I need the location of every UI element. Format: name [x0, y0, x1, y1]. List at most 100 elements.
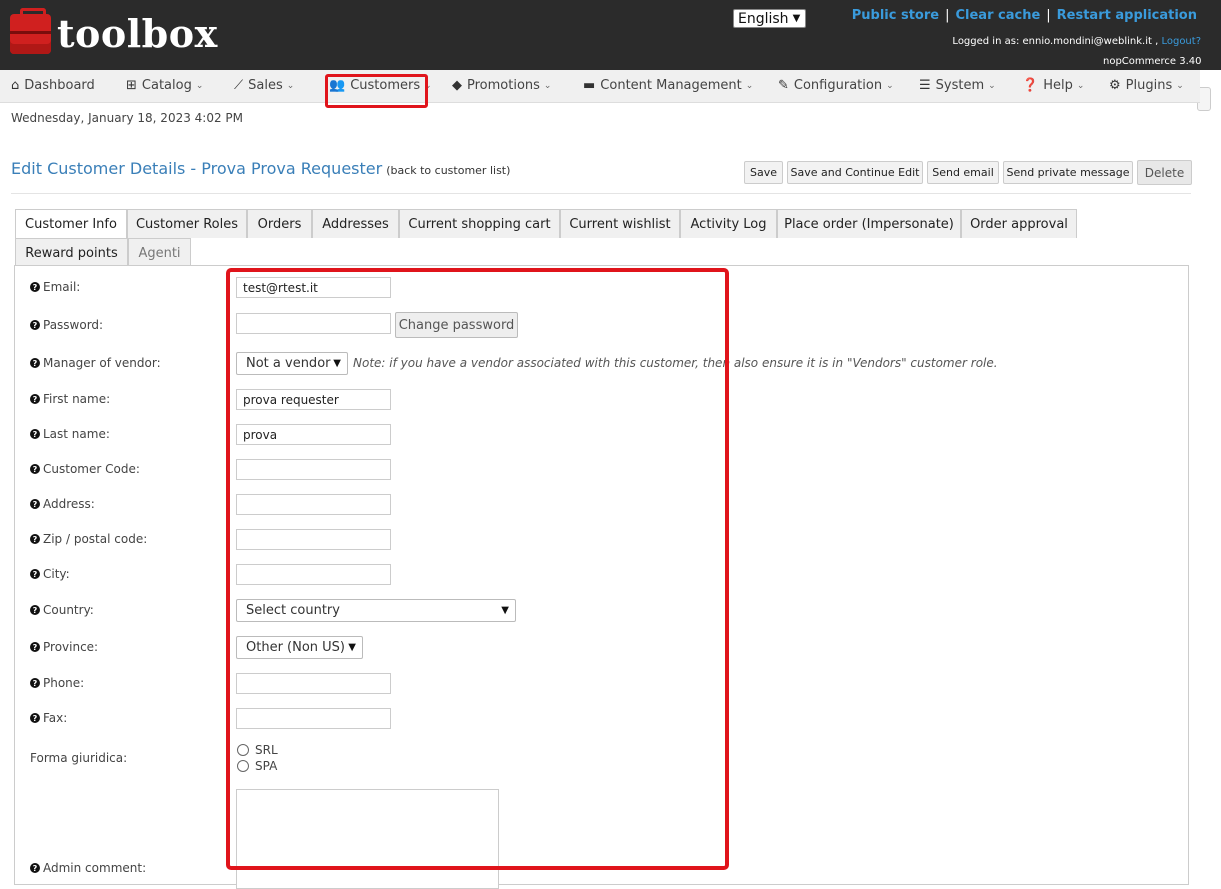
link-separator: |	[945, 8, 950, 23]
label-text: Address:	[43, 497, 95, 511]
tab-order-approval[interactable]: Order approval	[961, 209, 1077, 238]
label-text: Fax:	[43, 711, 68, 725]
logged-in-text: Logged in as: ennio.mondini@weblink.it ,	[952, 36, 1159, 47]
help-icon[interactable]: ?	[30, 429, 40, 439]
label-text: Manager of vendor:	[43, 356, 161, 370]
tab-place-order[interactable]: Place order (Impersonate)	[777, 209, 961, 238]
page-title-text: Edit Customer Details - Prova Prova Requ…	[11, 159, 383, 178]
tab-shopping-cart[interactable]: Current shopping cart	[399, 209, 560, 238]
address-label: ? Address:	[30, 497, 95, 511]
tab-customer-info[interactable]: Customer Info	[15, 209, 127, 239]
nav-plugins[interactable]: ⚙ Plugins ⌄	[1109, 78, 1184, 93]
email-label: ? Email:	[30, 280, 80, 294]
right-edge	[1200, 70, 1221, 880]
tags-icon: ◆	[452, 78, 462, 93]
current-date: Wednesday, January 18, 2023 4:02 PM	[11, 111, 244, 125]
save-button[interactable]: Save	[744, 161, 783, 184]
nav-label: Catalog	[141, 78, 192, 93]
nav-sales[interactable]: ⟋ Sales ⌄	[234, 78, 294, 93]
password-label: ? Password:	[30, 318, 103, 332]
label-text: First name:	[43, 392, 111, 406]
nav-catalog[interactable]: ⊞ Catalog ⌄	[126, 78, 203, 93]
last-name-label: ? Last name:	[30, 427, 110, 441]
tab-agenti[interactable]: Agenti	[128, 238, 191, 267]
nav-help[interactable]: ❓ Help ⌄	[1022, 78, 1084, 93]
label-text: Province:	[43, 640, 99, 654]
province-label: ? Province:	[30, 640, 98, 654]
back-to-list-link[interactable]: (back to customer list)	[386, 164, 510, 177]
send-email-button[interactable]: Send email	[927, 161, 999, 184]
tab-reward-points[interactable]: Reward points	[15, 238, 128, 267]
nav-configuration[interactable]: ✎ Configuration ⌄	[778, 78, 894, 93]
label-text: Admin comment:	[43, 861, 147, 875]
tab-customer-roles[interactable]: Customer Roles	[127, 209, 247, 238]
tab-orders[interactable]: Orders	[247, 209, 312, 238]
nav-label: Sales	[248, 78, 283, 93]
wrench-icon: ✎	[778, 78, 789, 93]
tab-wishlist[interactable]: Current wishlist	[560, 209, 680, 238]
admin-comment-label: ? Admin comment:	[30, 861, 146, 875]
nav-label: Dashboard	[24, 78, 95, 93]
phone-label: ? Phone:	[30, 676, 84, 690]
version-label: nopCommerce 3.40	[1103, 56, 1202, 67]
help-icon[interactable]: ?	[30, 678, 40, 688]
delete-button[interactable]: Delete	[1137, 160, 1192, 185]
help-icon[interactable]: ?	[30, 863, 40, 873]
help-icon[interactable]: ?	[30, 534, 40, 544]
main-nav: ⌂ Dashboard ⊞ Catalog ⌄ ⟋ Sales ⌄ 👥 Customers ⌄…	[0, 70, 1200, 103]
send-private-message-button[interactable]: Send private message	[1003, 161, 1133, 184]
language-select[interactable]: English ▼	[733, 9, 806, 28]
logged-in-info: Logged in as: ennio.mondini@weblink.it ,…	[952, 36, 1201, 47]
chevron-down-icon: ⌄	[745, 80, 754, 91]
help-icon[interactable]: ?	[30, 499, 40, 509]
help-icon[interactable]: ?	[30, 282, 40, 292]
help-icon[interactable]: ?	[30, 605, 40, 615]
basket-icon: ⊞	[126, 78, 137, 93]
nav-dashboard[interactable]: ⌂ Dashboard	[11, 78, 95, 93]
chevron-down-icon: ⌄	[1076, 80, 1085, 91]
public-store-link[interactable]: Public store	[852, 8, 939, 23]
logout-link[interactable]: Logout?	[1161, 36, 1201, 47]
help-icon[interactable]: ?	[30, 713, 40, 723]
chevron-down-icon: ▼	[792, 13, 801, 24]
language-value: English	[738, 10, 789, 27]
help-icon[interactable]: ?	[30, 394, 40, 404]
help-icon[interactable]: ?	[30, 642, 40, 652]
link-separator: |	[1046, 8, 1051, 23]
page-title: Edit Customer Details - Prova Prova Requ…	[11, 159, 510, 178]
nav-label: Configuration	[793, 78, 883, 93]
tab-activity-log[interactable]: Activity Log	[680, 209, 777, 238]
forma-giuridica-label: Forma giuridica:	[30, 751, 127, 765]
label-text: Zip / postal code:	[43, 532, 148, 546]
chevron-down-icon: ⌄	[286, 80, 295, 91]
title-divider	[11, 193, 1191, 194]
label-text: Phone:	[43, 676, 85, 690]
chevron-down-icon: ⌄	[1176, 80, 1184, 91]
label-text: City:	[43, 567, 70, 581]
toolbox-logo[interactable]: toolbox	[10, 8, 218, 56]
city-label: ? City:	[30, 567, 70, 581]
chevron-down-icon: ⌄	[988, 80, 996, 91]
help-icon[interactable]: ?	[30, 320, 40, 330]
folder-open-icon: ▬	[583, 78, 596, 93]
label-text: Country:	[43, 603, 94, 617]
customer-code-label: ? Customer Code:	[30, 462, 140, 476]
nav-label: Promotions	[467, 78, 540, 93]
clear-cache-link[interactable]: Clear cache	[955, 8, 1040, 23]
chevron-down-icon: ⌄	[543, 80, 552, 91]
help-icon[interactable]: ?	[30, 464, 40, 474]
country-label: ? Country:	[30, 603, 94, 617]
nav-promotions[interactable]: ◆ Promotions ⌄	[452, 78, 551, 93]
label-text: Forma giuridica:	[30, 751, 128, 765]
tab-addresses[interactable]: Addresses	[312, 209, 399, 238]
nav-label: Content Management	[600, 78, 742, 93]
top-header: toolbox English ▼ Public store | Clear cac…	[0, 0, 1221, 70]
nav-content-management[interactable]: ▬ Content Management ⌄	[583, 78, 753, 93]
nav-system[interactable]: ☰ System ⌄	[919, 78, 996, 93]
label-text: Last name:	[43, 427, 110, 441]
save-continue-button[interactable]: Save and Continue Edit	[787, 161, 923, 184]
logo-text: toolbox	[57, 11, 218, 56]
restart-application-link[interactable]: Restart application	[1057, 8, 1197, 23]
help-icon[interactable]: ?	[30, 358, 40, 368]
help-icon[interactable]: ?	[30, 569, 40, 579]
